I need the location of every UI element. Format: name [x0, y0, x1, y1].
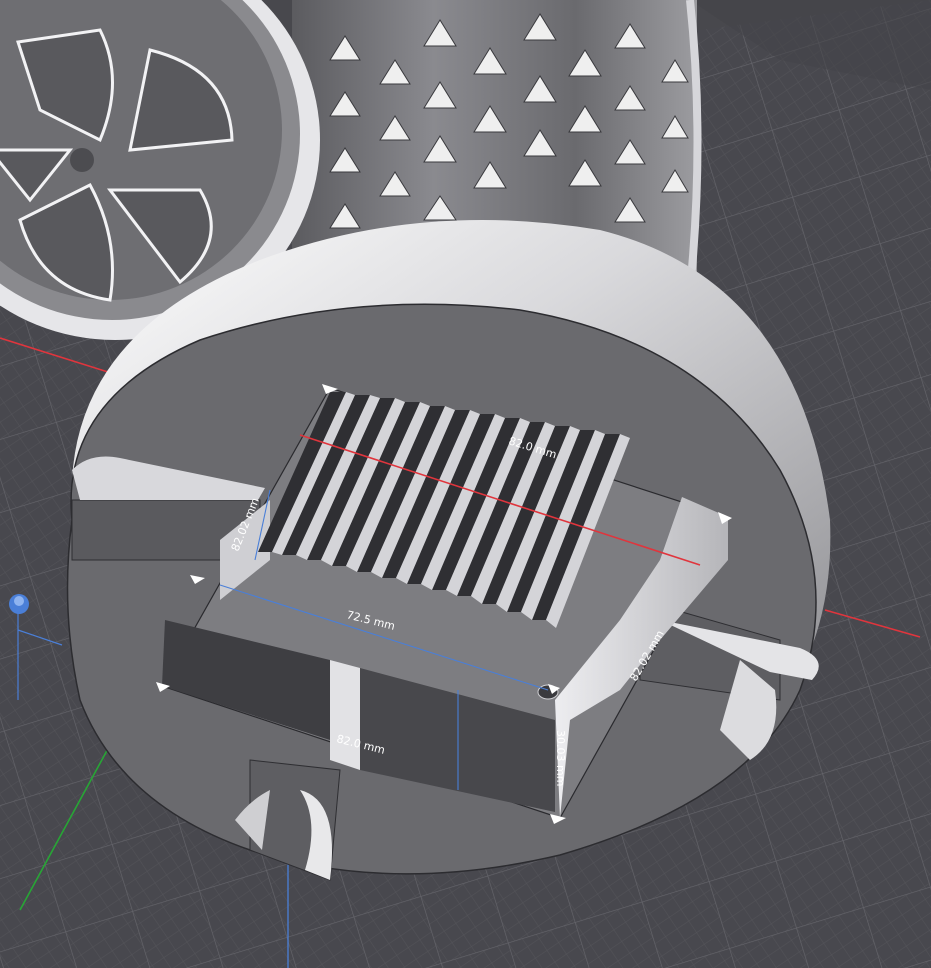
3d-viewport[interactable]: 82.0 mm 82.02 mm 72.5 mm 82.02 mm 82.0 m… [0, 0, 931, 968]
origin-gizmo-icon[interactable] [9, 594, 29, 614]
dim-label-height: 30.03 mm [554, 730, 567, 786]
scene-canvas[interactable]: 82.0 mm 82.02 mm 72.5 mm 82.02 mm 82.0 m… [0, 0, 931, 968]
